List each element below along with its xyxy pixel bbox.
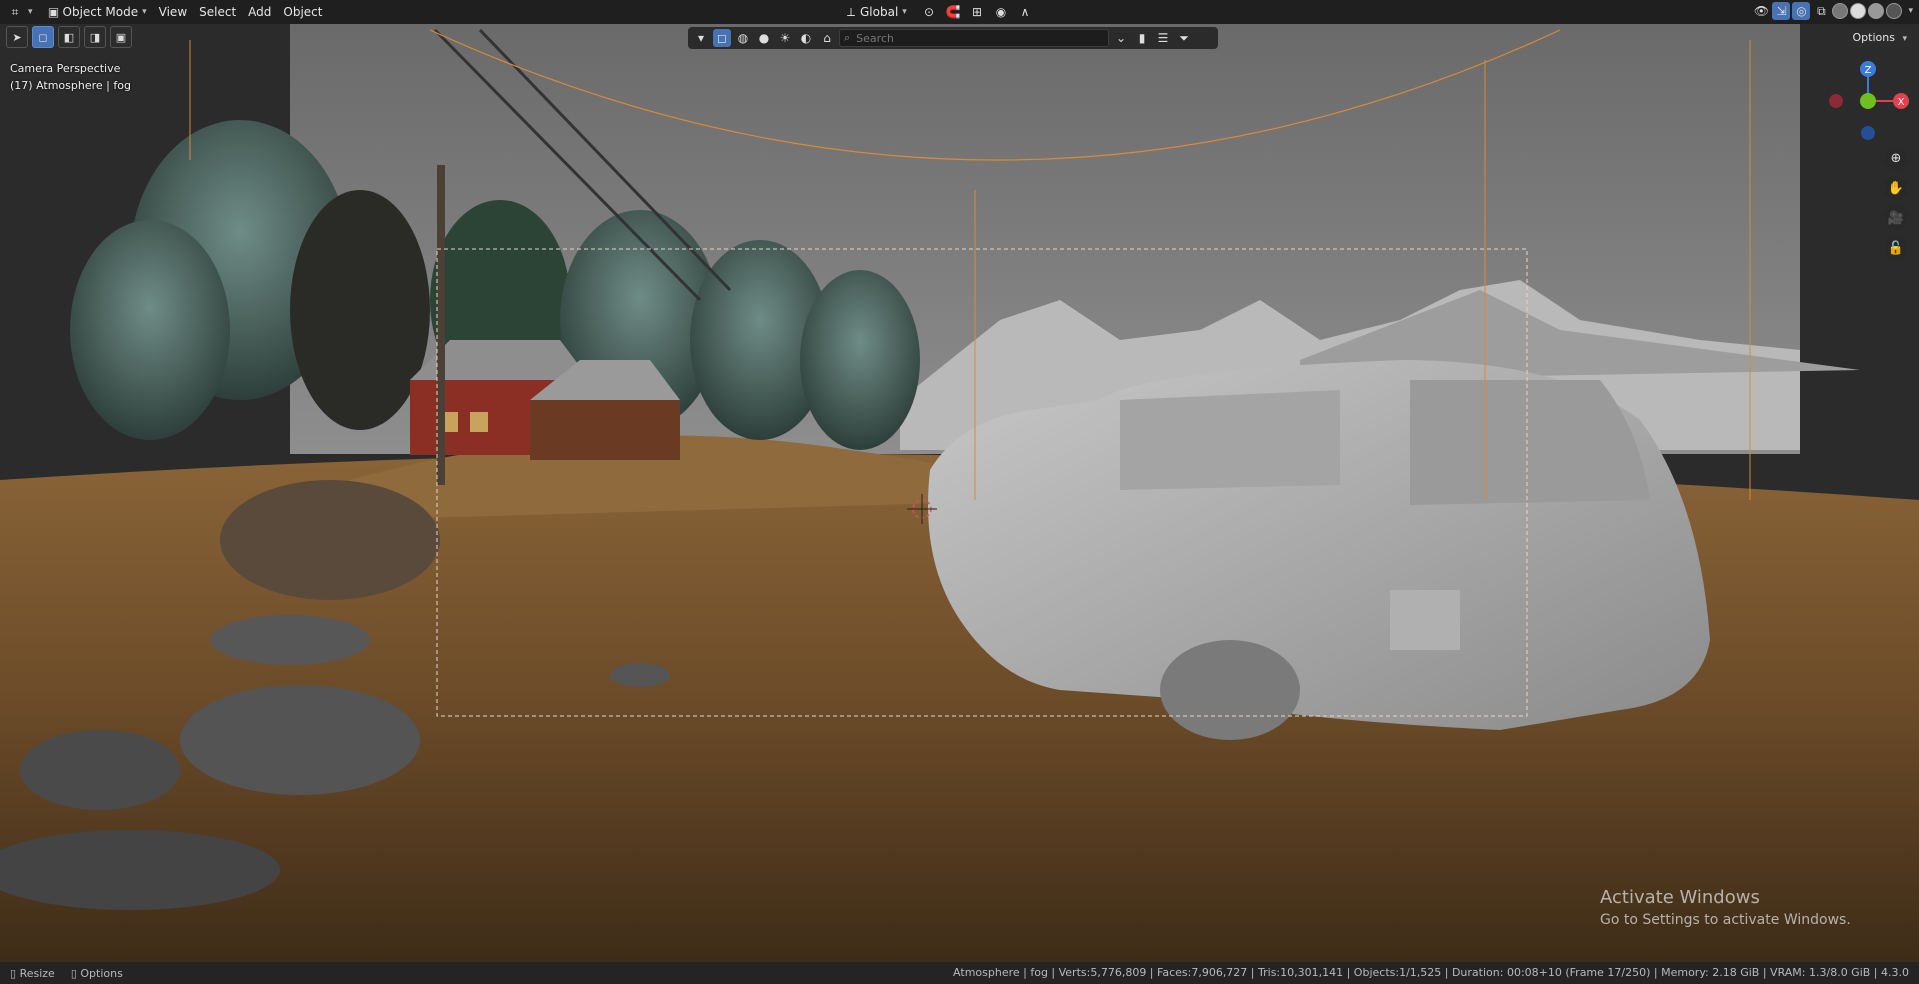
mouse-icon: ▯ <box>70 966 81 980</box>
editor-type-button[interactable]: ⌗ ▾ <box>0 2 39 22</box>
search-field[interactable]: ⌕ <box>839 29 1109 47</box>
viewport-info: Camera Perspective (17) Atmosphere | fog <box>10 60 131 94</box>
watermark-title: Activate Windows <box>1600 887 1760 908</box>
menu-object[interactable]: Object <box>277 2 328 22</box>
chevron-down-icon: ▾ <box>28 7 33 17</box>
solid-shading-icon[interactable] <box>1850 3 1867 19</box>
search-input[interactable] <box>854 30 1089 46</box>
overlays-icon[interactable]: ◎ <box>1792 2 1811 20</box>
mesh-icon[interactable]: ◍ <box>734 29 752 47</box>
x-axis-label: X <box>1898 97 1905 108</box>
pivot-point-icon[interactable]: ⊙ <box>920 3 938 21</box>
chevron-down-icon: ▾ <box>902 7 907 17</box>
lock-icon[interactable]: 🔓 <box>1884 236 1908 260</box>
light-icon[interactable]: ☀ <box>776 29 794 47</box>
activate-windows-watermark: Activate Windows Go to Settings to activ… <box>1600 887 1851 928</box>
watermark-subtitle: Go to Settings to activate Windows. <box>1600 912 1851 928</box>
object-mode-label: Object Mode <box>62 5 139 19</box>
resize-hint: ▯ Resize <box>10 967 55 980</box>
proportional-editing-icon[interactable]: ◉ <box>992 3 1010 21</box>
orientation-axes-icon: ⟂ <box>846 4 855 19</box>
wireframe-shading-icon[interactable] <box>1832 3 1849 19</box>
snap-target-icon[interactable]: ⊞ <box>968 3 986 21</box>
zoom-icon[interactable]: ⊕ <box>1884 146 1908 170</box>
header-right-tools: 👁 ⇲ ◎ ⧉ ▾ <box>1752 2 1913 20</box>
select-intersect-icon[interactable]: ▣ <box>110 26 132 48</box>
search-icon: ⌕ <box>844 31 851 44</box>
y-axis-handle[interactable] <box>1860 93 1876 109</box>
snap-icon[interactable]: 🧲 <box>944 3 962 21</box>
scene-render <box>0 0 1919 984</box>
outliner-filter-bar: ▾ ◻ ◍ ● ☀ ◐ ⌂ ⌕ ⌄ ▮ ☰ ⏷ <box>688 27 1218 49</box>
material-icon[interactable]: ● <box>755 29 773 47</box>
options-hint-label: Options <box>80 966 123 980</box>
active-object-label: (17) Atmosphere | fog <box>10 79 131 92</box>
options-label: Options <box>1852 31 1895 44</box>
neg-z-axis-handle[interactable] <box>1861 126 1875 140</box>
menu-select[interactable]: Select <box>193 2 242 22</box>
gizmo-toggle-icon[interactable]: ⇲ <box>1772 2 1791 20</box>
chevron-down-icon[interactable]: ⌄ <box>1112 29 1130 47</box>
navigation-gizmo[interactable]: Z X <box>1822 60 1914 152</box>
falloff-curve-icon[interactable]: ∧ <box>1016 3 1034 21</box>
material-shading-icon[interactable] <box>1868 3 1885 19</box>
select-tool-row: ➤ ◻ ◧ ◨ ▣ <box>6 26 132 48</box>
camera-view-icon[interactable]: 🎥 <box>1884 206 1908 230</box>
filter-icon[interactable]: ⏷ <box>1175 29 1193 47</box>
chevron-down-icon: ▾ <box>142 7 147 17</box>
navigation-buttons: ⊕ ✋ 🎥 🔓 <box>1884 146 1908 260</box>
editor-type-icon: ⌗ <box>11 4 19 19</box>
pan-hand-icon[interactable]: ✋ <box>1884 176 1908 200</box>
chevron-down-icon[interactable]: ▾ <box>692 29 710 47</box>
object-type-icon[interactable]: ◻ <box>713 29 731 47</box>
chevron-down-icon: ▾ <box>1902 34 1907 44</box>
resize-label: Resize <box>19 966 55 980</box>
options-dropdown[interactable]: Options ▾ <box>1846 28 1913 47</box>
xray-icon[interactable]: ⧉ <box>1812 2 1830 20</box>
menu-add[interactable]: Add <box>242 2 277 22</box>
viewport-header: ⌗ ▾ ▣ Object Mode ▾ View Select Add Objec… <box>0 0 1919 24</box>
visibility-icon[interactable]: 👁 <box>1752 2 1770 20</box>
neg-x-axis-handle[interactable] <box>1829 94 1843 108</box>
mouse-icon: ▯ <box>10 966 20 980</box>
object-mode-dropdown[interactable]: ▣ Object Mode ▾ <box>39 2 153 22</box>
3d-viewport[interactable]: ⌗ ▾ ▣ Object Mode ▾ View Select Add Objec… <box>0 0 1919 984</box>
select-subtract-icon[interactable]: ◨ <box>84 26 106 48</box>
status-bar: ▯ Resize ▯ Options Atmosphere | fog | Ve… <box>0 962 1919 984</box>
camera-icon[interactable]: ⌂ <box>818 29 836 47</box>
select-new-icon[interactable]: ◻ <box>32 26 54 48</box>
world-icon[interactable]: ◐ <box>797 29 815 47</box>
bookmark-icon[interactable]: ▮ <box>1133 29 1151 47</box>
status-left: ▯ Resize ▯ Options <box>0 967 123 980</box>
options-hint: ▯ Options <box>71 967 123 980</box>
select-cursor-icon[interactable]: ➤ <box>6 26 28 48</box>
object-mode-icon: ▣ <box>47 5 60 19</box>
shading-dropdown-icon[interactable]: ▾ <box>1908 6 1913 16</box>
z-axis-label: Z <box>1865 65 1872 76</box>
scene-statistics: Atmosphere | fog | Verts:5,776,809 | Fac… <box>953 966 1909 979</box>
display-mode-icon[interactable]: ☰ <box>1154 29 1172 47</box>
perspective-label: Camera Perspective <box>10 62 121 75</box>
select-extend-icon[interactable]: ◧ <box>58 26 80 48</box>
transform-orientation-dropdown[interactable]: ⟂ Global ▾ <box>836 2 913 22</box>
menu-view[interactable]: View <box>153 2 193 22</box>
transform-orientation-label: Global <box>860 5 899 19</box>
rendered-shading-icon[interactable] <box>1886 3 1903 19</box>
